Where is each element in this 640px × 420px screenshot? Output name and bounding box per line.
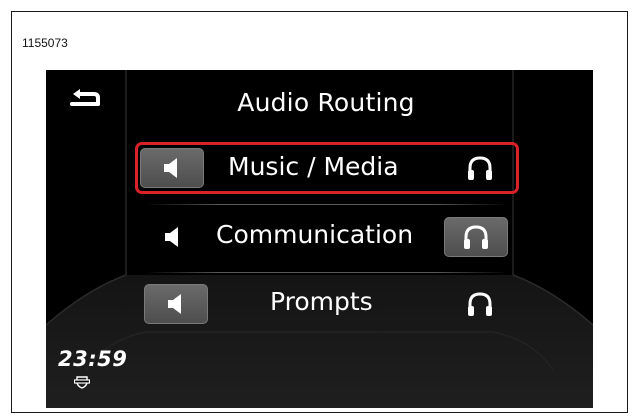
infotainment-screen: Audio Routing Music / Media Communicatio… xyxy=(46,70,593,408)
speaker-option[interactable] xyxy=(141,217,205,257)
row-divider xyxy=(146,204,508,205)
headphones-icon xyxy=(468,156,492,180)
figure-id: 1155073 xyxy=(22,36,68,50)
headphones-option[interactable] xyxy=(448,284,512,324)
back-arrow-icon xyxy=(70,89,100,106)
speaker-icon xyxy=(165,227,178,247)
headphones-icon xyxy=(468,292,492,316)
bar-and-shield-logo-icon xyxy=(74,376,90,389)
headphones-option[interactable] xyxy=(448,148,512,188)
audio-route-row-communication[interactable]: Communication xyxy=(138,213,516,261)
back-button[interactable] xyxy=(64,84,108,116)
audio-route-row-prompts[interactable]: Prompts xyxy=(138,280,516,328)
speaker-option[interactable] xyxy=(140,148,204,188)
headphones-icon xyxy=(464,225,488,249)
speaker-option[interactable] xyxy=(144,284,208,324)
clock-display: 23:59 xyxy=(58,347,128,371)
row-divider xyxy=(146,272,508,273)
screen-title: Audio Routing xyxy=(237,88,415,117)
audio-route-row-music-media[interactable]: Music / Media xyxy=(135,142,519,194)
row-label-prompts: Prompts xyxy=(270,287,373,316)
row-label-music-media: Music / Media xyxy=(228,152,399,181)
headphones-option[interactable] xyxy=(444,217,508,257)
speaker-icon xyxy=(164,158,177,178)
speaker-icon xyxy=(168,294,181,314)
row-label-communication: Communication xyxy=(216,220,414,249)
